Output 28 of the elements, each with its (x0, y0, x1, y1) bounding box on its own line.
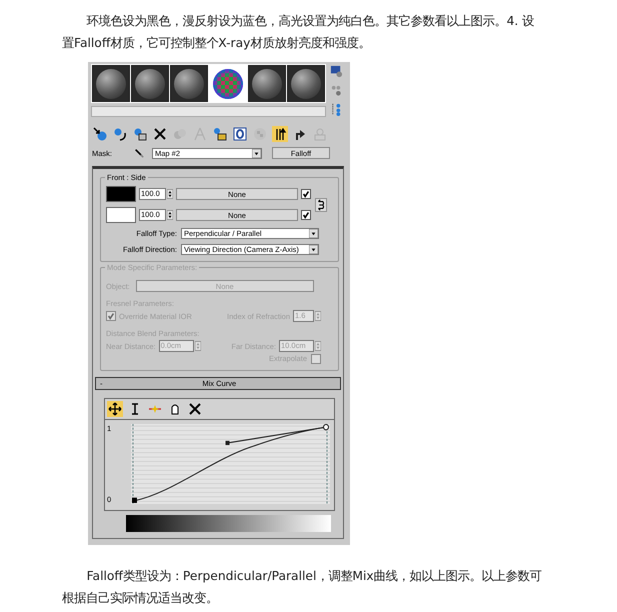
color-swatch[interactable] (106, 207, 136, 223)
paragraph: 环境色设为黑色，漫反射设为蓝色，高光设置为纯白色。其它参数看以上图示。4. 设置Falloff材质，它可控制整个X-ray材质放射亮度和强度。 (62, 13, 536, 52)
color-swatch[interactable] (106, 186, 136, 202)
bars-icon[interactable] (272, 126, 288, 142)
sample-slot[interactable] (92, 65, 130, 102)
scrollbar[interactable] (91, 106, 326, 117)
checkbox[interactable] (301, 189, 311, 199)
delete-icon[interactable] (187, 401, 203, 417)
sample-slot[interactable] (131, 65, 169, 102)
sphere-monitor-icon[interactable] (330, 65, 343, 78)
curve-graph-drawing[interactable] (131, 424, 330, 504)
eyedropper-icon[interactable] (134, 148, 144, 158)
dropdown-arrow-icon[interactable] (309, 245, 318, 254)
dropdown-arrow-icon[interactable] (309, 229, 318, 238)
dropdown-arrow-icon[interactable] (252, 148, 261, 158)
sphere-swap-icon[interactable] (112, 126, 128, 142)
sample-slot[interactable] (248, 65, 286, 102)
sphere-arrow-icon[interactable] (92, 126, 108, 142)
sphere-cube-icon[interactable] (132, 126, 148, 142)
spinner-icon[interactable] (167, 210, 173, 220)
spinner-icon[interactable] (167, 189, 173, 199)
paragraph: Falloff类型设为：Perpendicular/Parallel，调整Mix曲线，如以上图示。以上参数可根据自己实际情况适当改变。 (62, 568, 543, 607)
checkbox[interactable] (301, 210, 311, 220)
delete-icon[interactable] (152, 126, 168, 142)
sample-slot[interactable] (287, 65, 325, 102)
swap-icon[interactable] (315, 196, 327, 212)
move-icon[interactable] (107, 401, 123, 417)
sample-slot[interactable] (170, 65, 208, 102)
